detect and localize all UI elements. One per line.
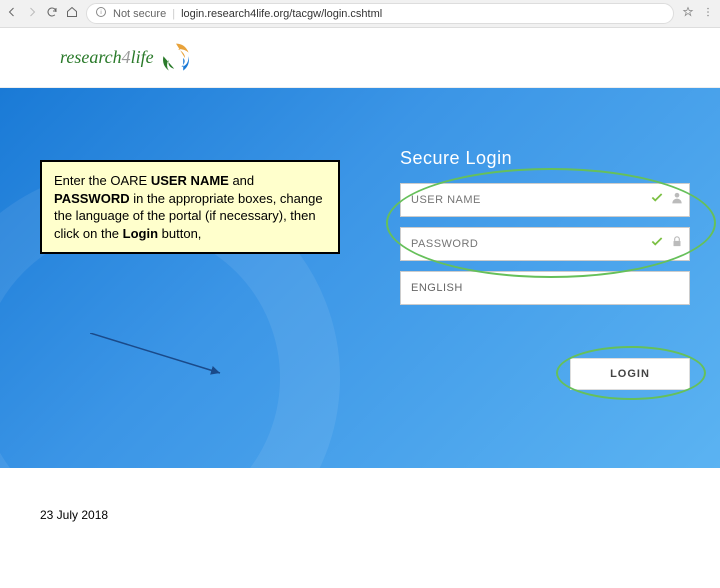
instruction-callout: Enter the OARE USER NAME and PASSWORD in… [40, 160, 340, 254]
user-icon [670, 191, 684, 210]
login-button[interactable]: LOGIN [570, 358, 690, 390]
logo-part2: 4 [122, 47, 131, 67]
logo-bar: research4life [0, 28, 720, 88]
username-input[interactable] [400, 183, 690, 217]
login-button-label: LOGIN [610, 368, 650, 380]
star-icon[interactable] [682, 6, 694, 21]
lock-icon [670, 235, 684, 254]
login-panel: Secure Login ENGLISH [400, 148, 690, 305]
main-content: Enter the OARE USER NAME and PASSWORD in… [0, 88, 720, 468]
slide-date: 23 July 2018 [40, 508, 108, 522]
url-text: login.research4life.org/tacgw/login.csht… [181, 8, 382, 20]
svg-text:i: i [100, 10, 101, 16]
username-field-wrap [400, 183, 690, 217]
info-icon: i [95, 6, 107, 21]
check-icon [650, 235, 664, 254]
logo-part1: research [60, 47, 122, 67]
security-label: Not secure [113, 8, 166, 20]
check-icon [650, 191, 664, 210]
forward-icon[interactable] [26, 6, 38, 21]
login-title: Secure Login [400, 148, 690, 169]
menu-icon[interactable] [702, 6, 714, 21]
password-input[interactable] [400, 227, 690, 261]
reload-icon[interactable] [46, 6, 58, 21]
language-select[interactable]: ENGLISH [400, 271, 690, 305]
arrow-annotation [90, 333, 230, 383]
language-value: ENGLISH [411, 282, 463, 294]
password-field-wrap [400, 227, 690, 261]
browser-chrome: i Not secure | login.research4life.org/t… [0, 0, 720, 28]
back-icon[interactable] [6, 6, 18, 21]
nav-controls [6, 6, 78, 21]
address-bar[interactable]: i Not secure | login.research4life.org/t… [86, 3, 674, 24]
research4life-logo: research4life [60, 40, 194, 76]
logo-swirl-icon [158, 40, 194, 76]
logo-part3: life [131, 47, 154, 67]
home-icon[interactable] [66, 6, 78, 21]
